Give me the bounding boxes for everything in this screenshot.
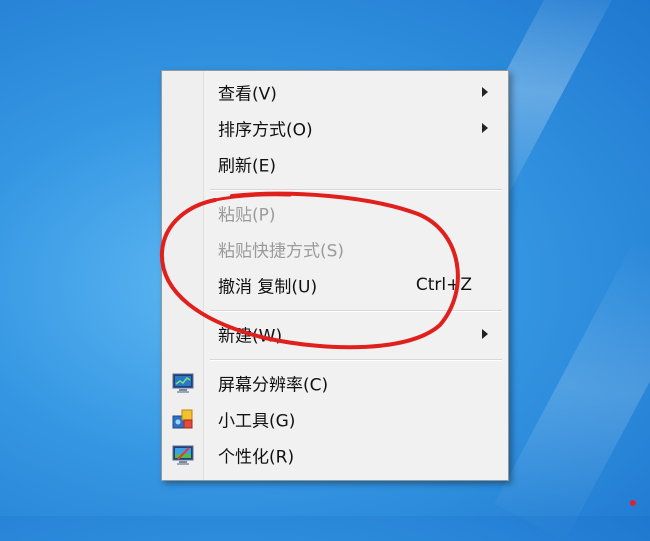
- desktop-context-menu: 查看(V) 排序方式(O) 刷新(E) 粘贴(P) 粘贴快捷方式(S) 撤消 复…: [161, 70, 509, 481]
- menu-item-personalize[interactable]: 个性化(R): [164, 439, 506, 471]
- personalize-icon: [172, 445, 194, 465]
- menu-item-new[interactable]: 新建(W): [164, 318, 506, 350]
- menu-separator: [210, 310, 502, 312]
- menu-item-label: 粘贴快捷方式(S): [218, 241, 345, 262]
- menu-item-shortcut: Ctrl+Z: [415, 275, 472, 295]
- menu-separator: [210, 359, 502, 361]
- corner-marker: [630, 500, 636, 506]
- menu-item-sort-by[interactable]: 排序方式(O): [164, 112, 506, 144]
- menu-item-paste: 粘贴(P): [164, 197, 506, 229]
- menu-item-view[interactable]: 查看(V): [164, 76, 506, 108]
- gadgets-icon: [172, 409, 193, 429]
- submenu-arrow-icon: [482, 87, 488, 97]
- menu-item-label: 新建(W): [218, 326, 283, 347]
- menu-item-gadgets[interactable]: 小工具(G): [164, 403, 506, 435]
- submenu-arrow-icon: [482, 123, 488, 133]
- menu-item-label: 排序方式(O): [218, 120, 313, 141]
- desktop[interactable]: { "menu": { "items": [ {"label": "查看(V)"…: [0, 0, 650, 541]
- submenu-arrow-icon: [482, 329, 488, 339]
- menu-item-label: 小工具(G): [218, 411, 296, 432]
- menu-item-screen-resolution[interactable]: 屏幕分辨率(C): [164, 367, 506, 399]
- menu-item-label: 撤消 复制(U): [218, 277, 318, 298]
- menu-separator: [210, 189, 502, 191]
- menu-item-label: 粘贴(P): [218, 205, 276, 226]
- display-settings-icon: [172, 373, 194, 393]
- menu-item-undo-copy[interactable]: 撤消 复制(U) Ctrl+Z: [164, 269, 506, 301]
- menu-item-label: 个性化(R): [218, 447, 295, 468]
- menu-item-paste-shortcut: 粘贴快捷方式(S): [164, 233, 506, 265]
- menu-item-label: 查看(V): [218, 84, 277, 105]
- menu-item-refresh[interactable]: 刷新(E): [164, 148, 506, 180]
- menu-item-label: 屏幕分辨率(C): [218, 375, 329, 396]
- menu-item-label: 刷新(E): [218, 156, 277, 177]
